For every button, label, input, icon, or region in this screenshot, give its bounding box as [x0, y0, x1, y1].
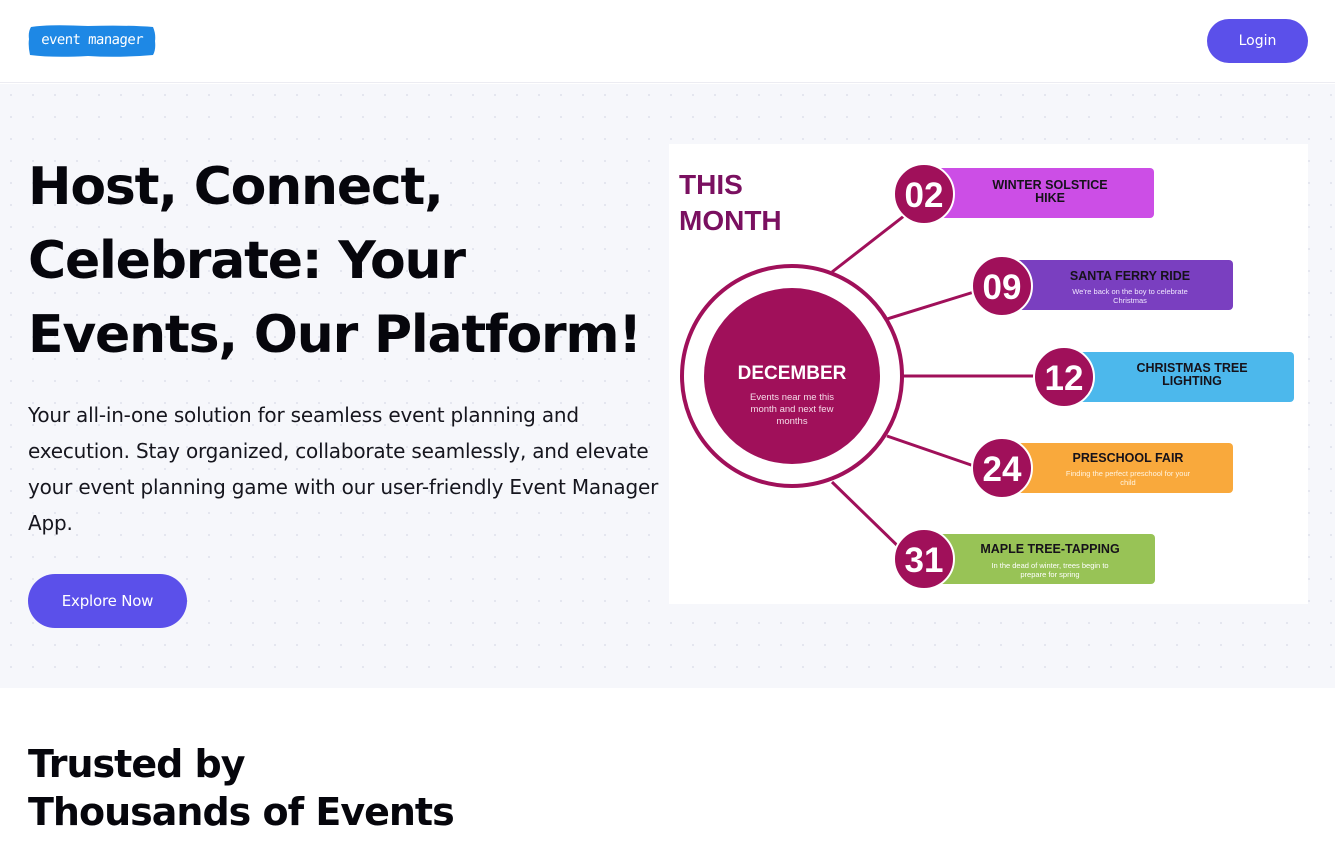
center-title: DECEMBER: [738, 363, 847, 384]
event-desc-line2: child: [1120, 478, 1135, 487]
hero-title: Host, Connect, Celebrate: Your Events, O…: [28, 157, 642, 365]
event-day: 02: [905, 176, 944, 215]
event-day: 31: [905, 541, 944, 580]
event-day: 12: [1045, 359, 1084, 398]
login-button[interactable]: Login: [1207, 19, 1308, 63]
event-title-line1: SANTA FERRY RIDE: [1070, 269, 1190, 283]
center-text-line1: Events near me this: [750, 392, 834, 403]
event-item: 12 CHRISTMAS TREE LIGHTING: [1033, 346, 1294, 408]
hero-infographic: THIS MONTH DECEMBER Events near me this …: [669, 144, 1308, 604]
event-item: 02 WINTER SOLSTICE HIKE: [893, 163, 1154, 225]
event-title-line1: WINTER SOLSTICE: [992, 178, 1107, 192]
event-desc-line2: prepare for spring: [1020, 570, 1079, 579]
heading-line1: THIS: [679, 169, 743, 200]
event-item: 31 MAPLE TREE-TAPPING In the dead of win…: [893, 528, 1155, 590]
event-desc-line1: In the dead of winter, trees begin to: [991, 561, 1108, 570]
events-infographic: THIS MONTH DECEMBER Events near me this …: [675, 163, 1294, 590]
event-title-line1: MAPLE TREE-TAPPING: [980, 542, 1119, 556]
center-text-line3: months: [776, 416, 807, 427]
event-day: 24: [983, 450, 1022, 489]
event-title-line1: CHRISTMAS TREE: [1136, 361, 1247, 375]
trusted-title-line1: Trusted by: [28, 742, 246, 786]
event-desc-line1: We're back on the boy to celebrate: [1072, 287, 1188, 296]
event-day: 09: [983, 268, 1022, 307]
explore-now-button[interactable]: Explore Now: [28, 574, 187, 628]
hero-section: Host, Connect, Celebrate: Your Events, O…: [0, 84, 1335, 688]
logo-text: event manager: [40, 32, 144, 48]
event-title-line1: PRESCHOOL FAIR: [1073, 451, 1184, 465]
event-title-line2: LIGHTING: [1162, 374, 1222, 388]
center-text-line2: month and next few: [751, 404, 834, 415]
event-item: 09 SANTA FERRY RIDE We're back on the bo…: [971, 255, 1233, 317]
hero-subtitle: Your all-in-one solution for seamless ev…: [28, 403, 659, 535]
event-item: 24 PRESCHOOL FAIR Finding the perfect pr…: [971, 437, 1233, 499]
logo[interactable]: event manager: [28, 24, 156, 58]
event-desc-line1: Finding the perfect preschool for your: [1066, 469, 1191, 478]
site-header: event manager Login: [0, 0, 1335, 83]
event-desc-line2: Christmas: [1113, 296, 1147, 305]
trusted-title-line2: Thousands of Events: [28, 790, 455, 834]
heading-line2: MONTH: [679, 205, 782, 236]
trusted-section-title: Trusted by Thousands of Events: [28, 740, 628, 836]
event-title-line2: HIKE: [1035, 191, 1065, 205]
